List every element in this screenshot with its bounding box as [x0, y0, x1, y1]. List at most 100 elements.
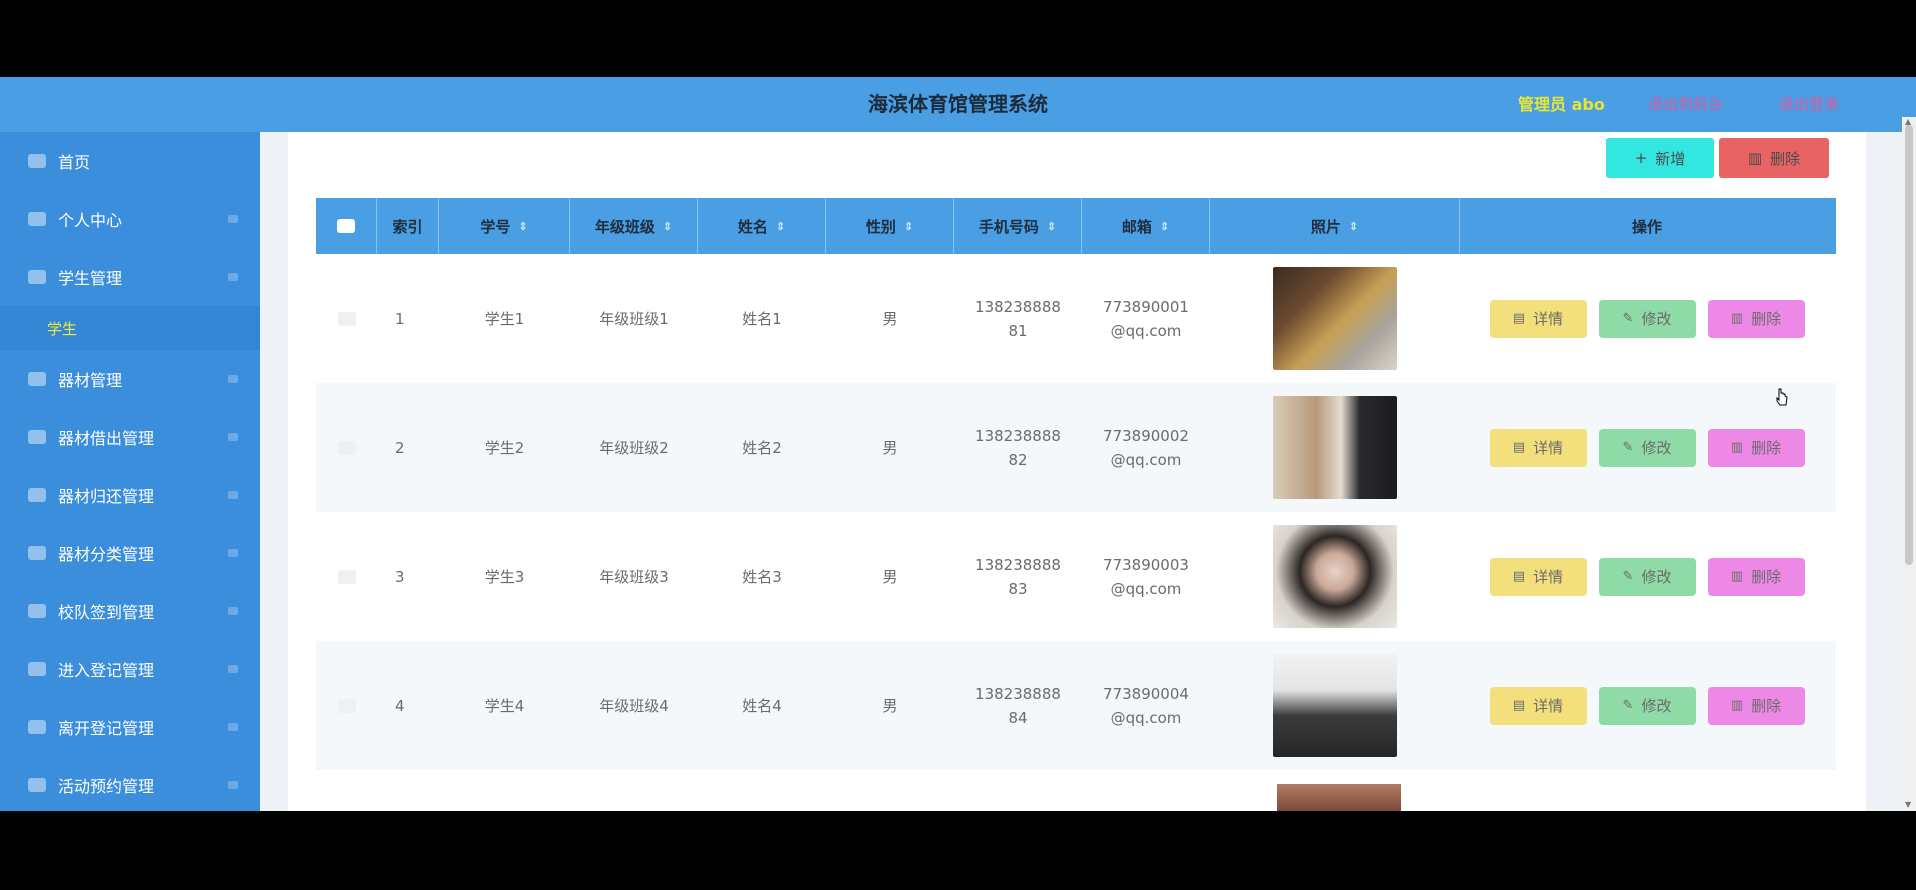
sidebar-item-equipment[interactable]: 器材管理	[0, 350, 260, 408]
edit-button[interactable]: ✎ 修改	[1598, 557, 1696, 596]
phone-line-1: 138238888	[975, 684, 1061, 703]
trash-icon: ▥	[1730, 310, 1744, 326]
edit-button[interactable]: ✎ 修改	[1598, 686, 1696, 725]
lend-icon	[28, 430, 46, 444]
table-header: 索引 学号 ⇕ 年级班级 ⇕ 姓名 ⇕ 性别 ⇕ 手机号码 ⇕ 邮箱 ⇕ 照片 ⇕ 操作	[316, 198, 1836, 254]
sidebar-item-students[interactable]: 学生管理	[0, 248, 260, 306]
row-checkbox-cell[interactable]	[316, 383, 377, 512]
row-checkbox[interactable]	[337, 569, 356, 584]
user-icon	[28, 212, 46, 226]
chevron-down-icon	[228, 375, 238, 383]
trash-icon: ▥	[1747, 149, 1763, 167]
pencil-icon: ✎	[1622, 310, 1634, 326]
cell-email: 773890002 @qq.com	[1082, 383, 1210, 512]
scrollbar-thumb[interactable]	[1905, 125, 1913, 565]
sort-icon: ⇕	[775, 219, 786, 233]
sidebar-item-label: 器材借出管理	[58, 429, 155, 448]
sidebar: 首页 个人中心 学生管理 学生 器材管理 器材借出管理 器材归还管理 器材分类管…	[0, 132, 260, 811]
email-line-2: @qq.com	[1110, 450, 1182, 469]
sidebar-item-label: 器材分类管理	[58, 545, 155, 564]
email-line-2: @qq.com	[1110, 321, 1182, 340]
cell-student-id: 学生2	[484, 438, 525, 457]
logout-link[interactable]: 退出登录	[1779, 77, 1839, 132]
cell-photo	[1210, 512, 1460, 641]
edit-button[interactable]: ✎ 修改	[1598, 299, 1696, 338]
sidebar-item-reserve[interactable]: 活动预约管理	[0, 756, 260, 811]
delete-button[interactable]: ▥ 删除	[1707, 557, 1805, 596]
goto-frontend-link[interactable]: 退出到前台	[1648, 77, 1723, 132]
cell-gender: 男	[882, 567, 898, 586]
column-label: 邮箱	[1121, 217, 1152, 236]
sidebar-item-return[interactable]: 器材归还管理	[0, 466, 260, 524]
sidebar-item-label: 离开登记管理	[58, 719, 155, 738]
phone-line-2: 83	[1008, 579, 1028, 598]
return-icon	[28, 488, 46, 502]
edit-button[interactable]: ✎ 修改	[1598, 428, 1696, 467]
detail-button[interactable]: ▤ 详情	[1489, 299, 1587, 338]
chevron-down-icon	[228, 549, 238, 557]
sidebar-item-checkin[interactable]: 校队签到管理	[0, 582, 260, 640]
app-window: 海滨体育馆管理系统 管理员 abo 退出到前台 退出登录 首页 个人中心 学生管…	[0, 77, 1916, 811]
cell-student-id: 学生3	[484, 567, 525, 586]
add-button[interactable]: + 新增	[1606, 138, 1714, 178]
reserve-icon	[28, 778, 46, 792]
sidebar-item-home[interactable]: 首页	[0, 132, 260, 190]
edit-label: 修改	[1641, 696, 1672, 715]
student-photo	[1273, 396, 1397, 499]
detail-button[interactable]: ▤ 详情	[1489, 686, 1587, 725]
column-header-phone[interactable]: 手机号码 ⇕	[954, 198, 1082, 254]
vertical-scrollbar[interactable]: ▲ ▼	[1902, 117, 1916, 811]
row-checkbox[interactable]	[337, 440, 356, 455]
detail-button[interactable]: ▤ 详情	[1489, 557, 1587, 596]
row-checkbox-cell[interactable]	[316, 254, 377, 383]
select-all-checkbox[interactable]	[337, 219, 355, 233]
row-checkbox[interactable]	[337, 311, 356, 326]
sidebar-subitem-student[interactable]: 学生	[0, 306, 260, 350]
table-row: 4 学生4 年级班级4 姓名4 男 138238888 84 773890004 @…	[316, 641, 1836, 770]
email-line-1: 773890003	[1103, 555, 1189, 574]
delete-button[interactable]: ▥ 删除	[1707, 686, 1805, 725]
delete-button[interactable]: ▥ 删除	[1707, 299, 1805, 338]
sidebar-item-label: 活动预约管理	[58, 777, 155, 796]
batch-delete-button[interactable]: ▥ 删除	[1719, 138, 1829, 178]
sidebar-item-label: 器材管理	[58, 371, 123, 390]
cell-index: 4	[395, 696, 405, 715]
delete-button[interactable]: ▥ 删除	[1707, 428, 1805, 467]
row-checkbox[interactable]	[337, 698, 356, 713]
home-icon	[28, 154, 46, 168]
column-header-email[interactable]: 邮箱 ⇕	[1082, 198, 1210, 254]
sort-icon: ⇕	[1159, 219, 1170, 233]
detail-button[interactable]: ▤ 详情	[1489, 428, 1587, 467]
cell-student-id: 学生4	[484, 696, 525, 715]
scroll-down-arrow-icon[interactable]: ▼	[1905, 800, 1911, 809]
sidebar-item-lend[interactable]: 器材借出管理	[0, 408, 260, 466]
delete-button-label: 删除	[1770, 149, 1801, 168]
sidebar-item-category[interactable]: 器材分类管理	[0, 524, 260, 582]
sidebar-item-leave[interactable]: 离开登记管理	[0, 698, 260, 756]
cell-email: 773890003 @qq.com	[1082, 512, 1210, 641]
row-checkbox-cell[interactable]	[316, 512, 377, 641]
cell-student-id: 学生1	[484, 309, 525, 328]
cell-grade-class: 年级班级4	[599, 696, 669, 715]
table-row: 3 学生3 年级班级3 姓名3 男 138238888 83 773890003 @…	[316, 512, 1836, 641]
row-checkbox-cell[interactable]	[316, 641, 377, 770]
email-line-1: 773890002	[1103, 426, 1189, 445]
trash-icon: ▥	[1730, 568, 1744, 584]
sidebar-item-enter[interactable]: 进入登记管理	[0, 640, 260, 698]
cell-actions: ▤ 详情 ✎ 修改 ▥ 删除	[1460, 641, 1834, 770]
column-header-photo[interactable]: 照片 ⇕	[1210, 198, 1460, 254]
edit-label: 修改	[1641, 567, 1672, 586]
column-header-name[interactable]: 姓名 ⇕	[698, 198, 826, 254]
pencil-icon: ✎	[1622, 568, 1634, 584]
column-header-grade-class[interactable]: 年级班级 ⇕	[570, 198, 698, 254]
phone-line-1: 138238888	[975, 555, 1061, 574]
sidebar-item-profile[interactable]: 个人中心	[0, 190, 260, 248]
trash-icon: ▥	[1730, 439, 1744, 455]
select-all-cell[interactable]	[316, 198, 377, 254]
column-header-gender[interactable]: 性别 ⇕	[826, 198, 954, 254]
cell-actions: ▤ 详情 ✎ 修改 ▥ 删除	[1460, 254, 1834, 383]
column-header-student-id[interactable]: 学号 ⇕	[439, 198, 570, 254]
chevron-up-icon	[228, 273, 238, 281]
cell-grade-class: 年级班级3	[599, 567, 669, 586]
letterbox-bottom	[0, 811, 1916, 890]
